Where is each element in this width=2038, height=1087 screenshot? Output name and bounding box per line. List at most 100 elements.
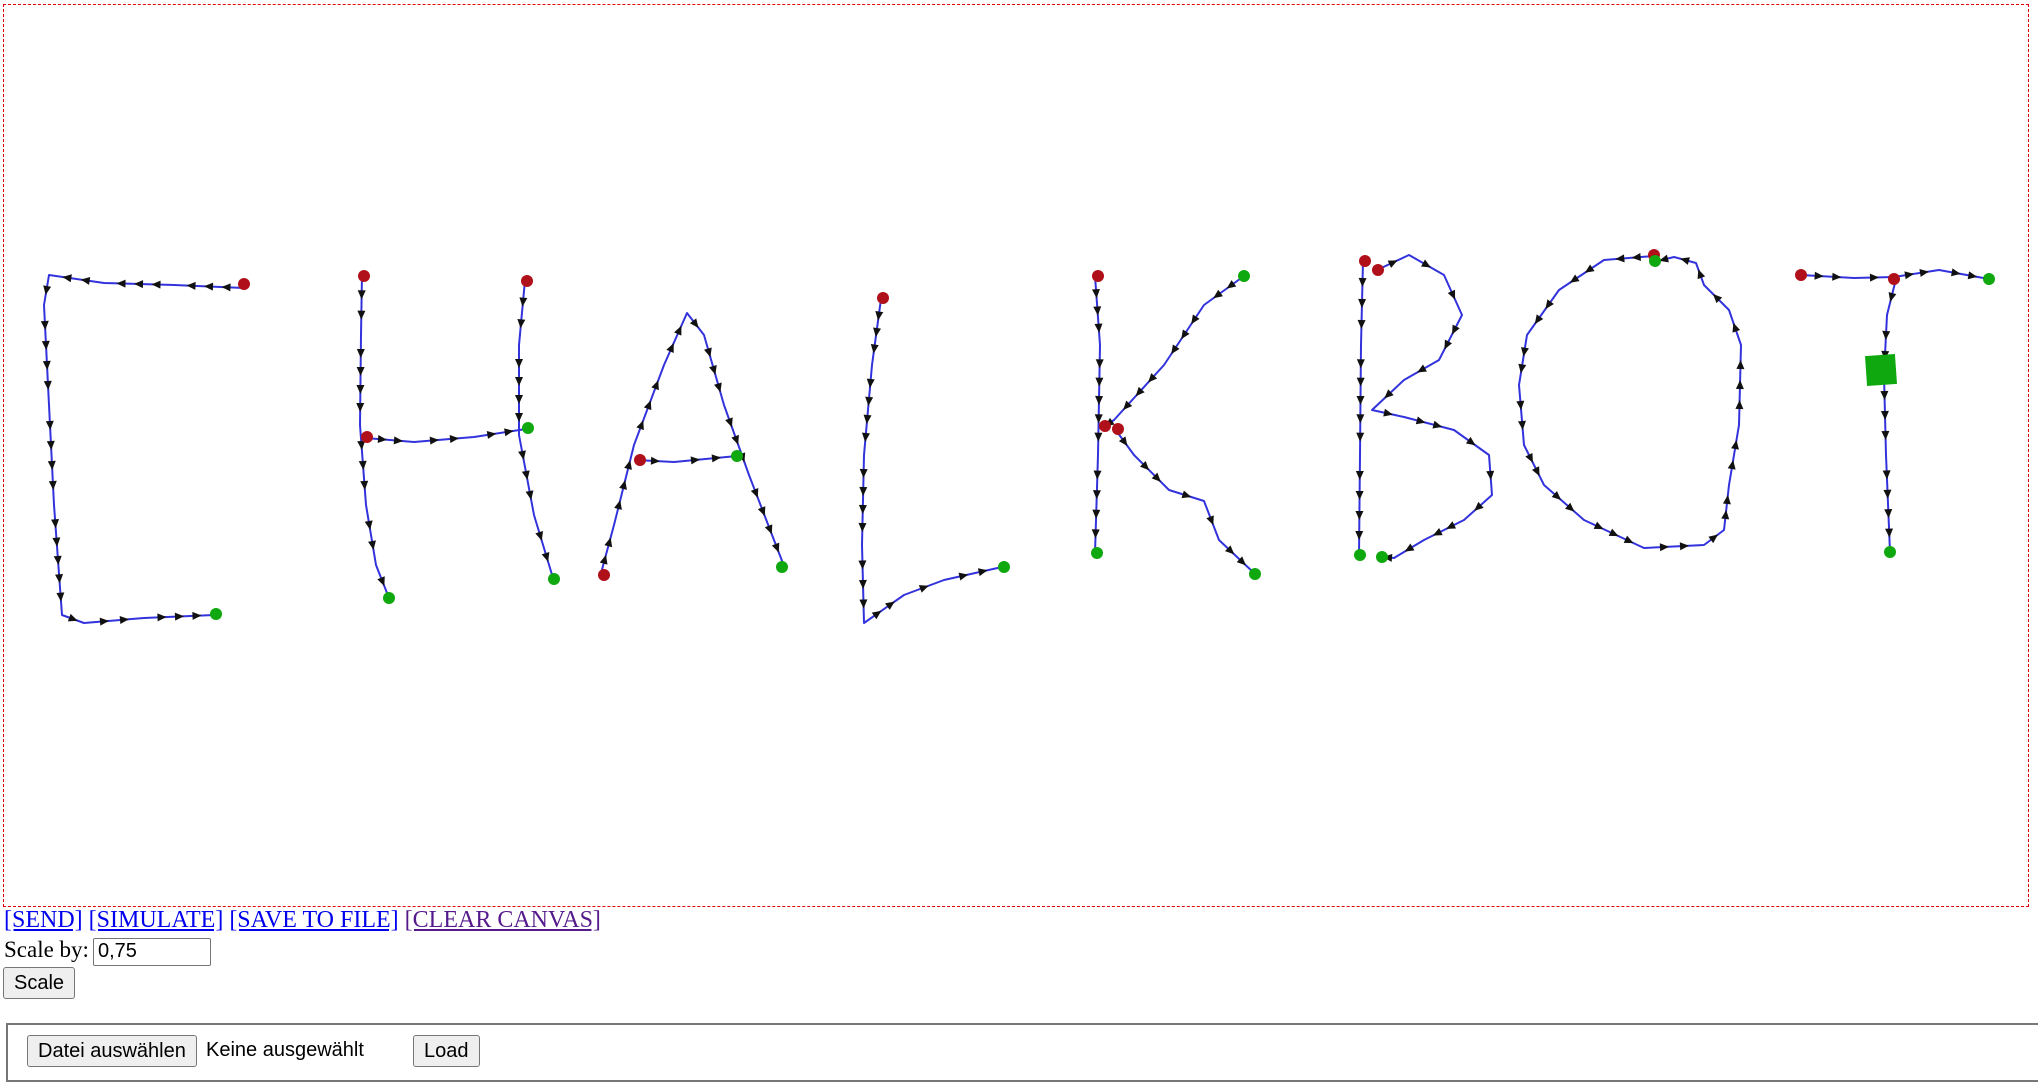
direction-arrow (221, 283, 231, 292)
stroke-start-dot (1099, 420, 1111, 432)
direction-arrow (1358, 277, 1367, 287)
direction-arrow (1659, 543, 1669, 552)
direction-arrow (515, 413, 523, 422)
drawing-canvas[interactable] (3, 4, 2029, 907)
direction-arrow (750, 488, 759, 498)
direction-arrow (858, 504, 867, 514)
direction-arrow (368, 540, 376, 550)
stroke-end-dot (1884, 546, 1896, 558)
direction-arrow (1904, 271, 1914, 280)
direction-arrow (1615, 254, 1625, 263)
direction-arrow (1357, 319, 1366, 329)
direction-arrow (650, 456, 660, 465)
chalkbot-drawing[interactable] (4, 5, 2030, 908)
direction-arrow (1355, 510, 1364, 520)
direction-arrow (192, 611, 202, 620)
stroke-end-dot (998, 561, 1010, 573)
direction-arrow (67, 613, 78, 622)
direction-arrow (1092, 490, 1101, 500)
direction-arrow (55, 574, 64, 584)
direction-arrow (636, 420, 644, 431)
direction-arrow (958, 572, 969, 581)
stroke-start-dot (238, 278, 250, 290)
direction-arrow (62, 274, 72, 283)
stroke-start-dot (598, 569, 610, 581)
simulation-cursor-marker (1864, 353, 1898, 387)
direction-arrow (377, 435, 387, 443)
direction-arrow (1118, 436, 1128, 447)
direction-arrow (885, 601, 895, 610)
stroke-end-dot (548, 573, 560, 585)
direction-arrow (870, 343, 879, 354)
direction-arrow (356, 366, 365, 376)
scale-button[interactable]: Scale (3, 967, 76, 999)
send-link[interactable]: [SEND] (4, 907, 83, 933)
direction-arrow (1093, 470, 1102, 480)
direction-arrow (356, 402, 365, 412)
direction-arrow (873, 327, 882, 337)
direction-arrow (1355, 470, 1364, 480)
direction-arrow (1486, 470, 1495, 480)
direction-arrow (1516, 400, 1525, 410)
simulate-link[interactable]: [SIMULATE] (89, 907, 224, 933)
direction-arrow (515, 377, 523, 386)
direction-arrow (47, 460, 56, 470)
direction-arrow (1206, 515, 1214, 526)
direction-arrow (1967, 271, 1978, 280)
direction-arrow (757, 506, 766, 517)
direction-arrow (1880, 410, 1889, 420)
direction-arrow (357, 290, 366, 300)
direction-arrow (1727, 460, 1736, 470)
save-to-file-link[interactable]: [SAVE TO FILE] (229, 907, 398, 933)
direction-arrow (1521, 347, 1529, 357)
direction-arrow (858, 522, 867, 532)
direction-arrow (977, 568, 988, 577)
direction-arrow (1094, 323, 1103, 333)
letter-b-bowls-stroke (1371, 254, 1493, 559)
direction-arrow (134, 280, 144, 289)
direction-arrow (541, 552, 550, 562)
stroke-end-dot (1249, 568, 1261, 580)
direction-arrow (429, 436, 439, 445)
load-button[interactable]: Load (413, 1035, 480, 1067)
letter-k-leg-stroke (1114, 428, 1255, 574)
direction-arrow (858, 560, 867, 570)
direction-arrow (42, 360, 51, 370)
direction-arrow (1092, 509, 1101, 519)
direction-arrow (1356, 432, 1365, 442)
choose-file-button[interactable]: Datei auswählen (27, 1035, 197, 1067)
direction-arrow (518, 450, 526, 460)
scale-input[interactable] (92, 937, 211, 966)
direction-arrow (1584, 264, 1595, 273)
stroke-end-dot (1376, 551, 1388, 563)
file-load-panel: Datei auswählen Keine ausgewählt Load (6, 1023, 2038, 1082)
direction-arrow (525, 490, 534, 500)
scale-row: Scale by: (4, 935, 211, 966)
direction-arrow (40, 320, 49, 330)
clear-canvas-link[interactable]: [CLEAR CANVAS] (405, 907, 601, 933)
file-status-text: Keine ausgewählt (206, 1039, 364, 1061)
direction-arrow (41, 340, 50, 350)
direction-arrow (1735, 380, 1744, 390)
stroke-start-dot (1092, 270, 1104, 282)
direction-arrow (46, 440, 55, 450)
direction-arrow (1881, 430, 1890, 440)
direction-arrow (1735, 400, 1744, 410)
stroke-start-dot (634, 454, 646, 466)
direction-arrow (486, 430, 497, 439)
direction-arrow (48, 480, 57, 490)
direction-arrow (1191, 314, 1200, 325)
direction-arrow (1534, 314, 1544, 325)
direction-arrow (1884, 509, 1893, 519)
direction-arrow (357, 310, 366, 320)
stroke-start-dot (877, 292, 889, 304)
direction-arrow (1697, 269, 1706, 280)
direction-arrow (725, 417, 733, 428)
direction-arrow (1356, 414, 1365, 424)
direction-arrow (1356, 377, 1365, 387)
direction-arrow (918, 585, 929, 593)
scale-label: Scale by: (4, 937, 89, 962)
direction-arrow (871, 610, 882, 620)
direction-arrow (393, 436, 403, 445)
direction-arrow (875, 310, 884, 321)
